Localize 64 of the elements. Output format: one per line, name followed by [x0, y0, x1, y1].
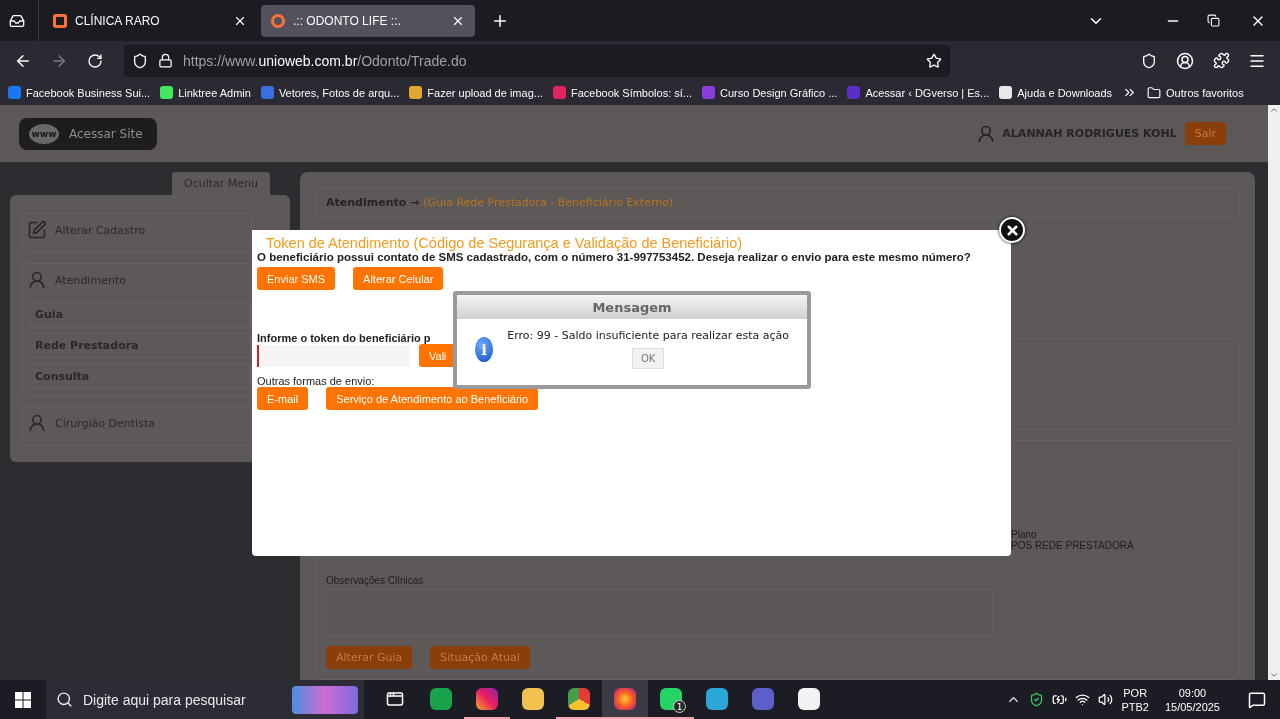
bookmark[interactable]: Facebook Business Sui... — [8, 86, 151, 99]
token-label: Informe o token do beneficiário p — [257, 332, 431, 344]
message-title: Mensagem — [457, 295, 807, 319]
site-button[interactable]: www Acessar Site — [19, 117, 157, 150]
taskbar-app[interactable]: 1 — [648, 680, 694, 719]
tab-favicon-icon — [271, 13, 285, 28]
battery-icon[interactable] — [1052, 692, 1068, 707]
volume-icon[interactable] — [1098, 692, 1114, 707]
breadcrumb: Atendimento → (Guia Rede Prestadora - Beneficiário Externo) — [315, 187, 1240, 218]
info-icon: i — [475, 337, 494, 362]
bookmark[interactable]: Ajuda e Downloads — [999, 86, 1113, 99]
folder-icon — [1147, 85, 1162, 100]
keyboard-language[interactable]: POR PTB2 — [1121, 685, 1149, 714]
user-icon — [27, 270, 47, 290]
restore-icon[interactable] — [1207, 14, 1220, 27]
browser-icon — [568, 687, 590, 710]
people-app-icon — [752, 687, 774, 710]
other-options-label: Outras formas de envio: — [257, 375, 376, 387]
search-icon — [56, 691, 73, 708]
bookmark[interactable]: Vetores, Fotos de arqu... — [260, 86, 400, 99]
notification-badge: 1 — [673, 700, 686, 713]
lock-icon[interactable] — [158, 53, 173, 68]
notes-label: Observações Clínicas — [326, 575, 425, 586]
user-name: ALANNAH RODRIGUES KOHL — [1002, 127, 1177, 140]
pen-app-icon — [430, 687, 452, 710]
address-field[interactable]: https://www.unioweb.com.br/Odonto/Trade.do — [124, 44, 950, 77]
error-message: Erro: 99 - Saldo insuficiente para realizar esta ação — [507, 329, 789, 342]
bookmark-folder[interactable]: Outros favoritos — [1147, 85, 1244, 100]
plan-label: Plano — [1011, 529, 1038, 540]
dialog-title: Token de Atendimento (Código de Segurança e Validação de Beneficiário) — [266, 235, 744, 251]
bookmark[interactable]: Acessar ‹ DGverso | Es... — [847, 86, 990, 99]
bookmark[interactable]: Fazer upload de imag... — [409, 86, 543, 99]
search-field[interactable]: Digite aqui para pesquisar — [46, 680, 364, 719]
bookmark[interactable]: Curso Design Gráfico ... — [702, 86, 838, 99]
task-view-icon — [386, 689, 404, 708]
folder-icon — [522, 687, 544, 710]
sms-button[interactable]: Enviar SMS — [257, 267, 336, 290]
shield-icon[interactable] — [1029, 692, 1045, 707]
edit-icon — [27, 220, 47, 240]
plan-value: POS REDE PRESTADORA — [1011, 540, 1135, 551]
user-icon — [27, 413, 47, 433]
scroll-up-icon[interactable] — [1269, 105, 1279, 115]
clock[interactable]: 09:00 15/05/2025 — [1164, 685, 1220, 714]
send-option-button[interactable]: E-mail — [257, 387, 309, 410]
browser-tab[interactable]: CLÍNICA RARO — [43, 4, 257, 37]
bookmark[interactable]: Facebook Símbolos: sí... — [552, 86, 692, 99]
taskbar-app[interactable] — [602, 680, 648, 719]
sms-button[interactable]: Alterar Celular — [353, 267, 444, 290]
tab-favicon-icon — [53, 13, 67, 28]
dialog-message: O beneficiário possui contato de SMS cadastrado, com o número 31-997753452. Deseja realizar o envio para este mesmo número? — [257, 251, 972, 264]
chat-app-icon — [660, 687, 682, 710]
ok-button[interactable]: OK — [631, 348, 665, 369]
camera-app-icon — [476, 687, 498, 710]
notifications-icon[interactable] — [1248, 690, 1266, 709]
shield-icon[interactable] — [132, 52, 148, 69]
browser-icon — [614, 687, 636, 710]
bookmark[interactable]: Linktree Admin — [160, 86, 251, 99]
scrollbar[interactable] — [1268, 105, 1280, 680]
browser-tab[interactable]: .:: ODONTO LIFE ::. — [261, 4, 475, 37]
scroll-down-icon[interactable] — [1269, 670, 1279, 680]
bookmark-star-icon[interactable] — [926, 52, 942, 69]
send-option-button[interactable]: Serviço de Atendimento ao Beneficiário — [326, 387, 539, 410]
wifi-icon[interactable] — [1075, 692, 1091, 707]
token-input[interactable] — [257, 344, 410, 367]
